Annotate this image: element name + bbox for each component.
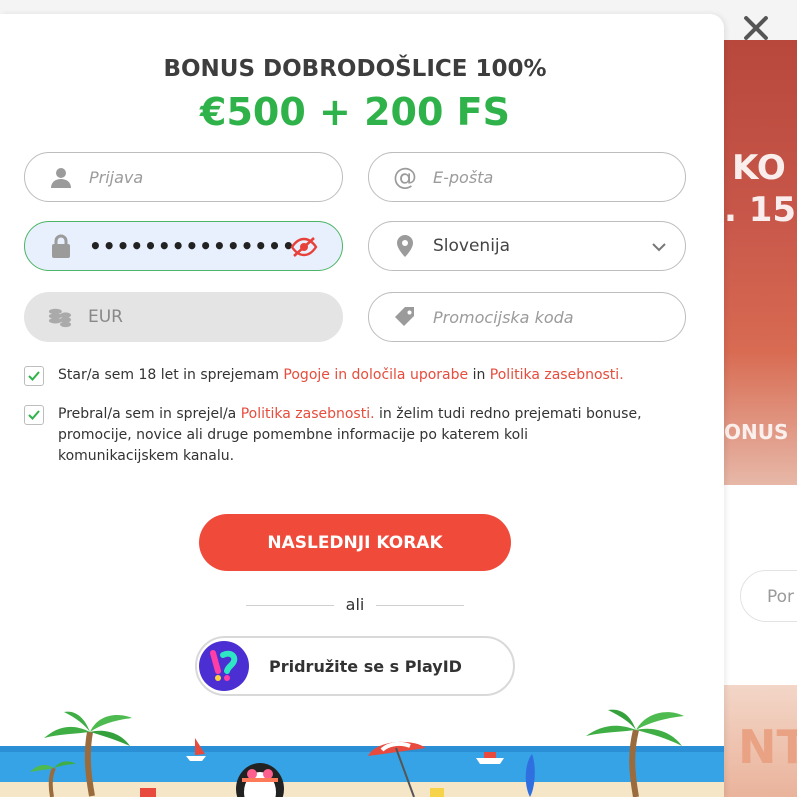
password-value: •••••••••••••••: [89, 234, 296, 258]
country-value: Slovenija: [433, 236, 511, 256]
playid-button[interactable]: Pridružite se s PlayID: [195, 636, 515, 696]
checkmark-icon: [28, 410, 40, 420]
login-placeholder: Prijava: [89, 167, 144, 187]
background-promo-banner: KO V . 15% ONUS: [724, 40, 797, 485]
age-terms-text: Star/a sem 18 let in sprejemam Pogoje in…: [58, 365, 648, 386]
tag-icon: [393, 305, 417, 329]
lock-icon: [49, 234, 73, 258]
consent-text: in: [468, 367, 490, 383]
currency-value: EUR: [88, 307, 123, 327]
next-step-button[interactable]: NASLEDNJI KORAK: [199, 514, 511, 571]
privacy-link[interactable]: Politika zasebnosti.: [490, 367, 624, 383]
age-terms-checkbox[interactable]: [24, 366, 44, 386]
location-pin-icon: [393, 234, 417, 258]
playid-label: Pridružite se s PlayID: [269, 656, 462, 676]
consent-text: Star/a sem 18 let in sprejemam: [58, 367, 284, 383]
drink-cup: [430, 788, 444, 797]
marketing-text: Prebral/a sem in sprejel/a Politika zase…: [58, 404, 648, 467]
terms-link[interactable]: Pogoje in določila uporabe: [283, 367, 468, 383]
at-icon: @: [393, 163, 417, 191]
consent-text: Prebral/a sem in sprejel/a: [58, 406, 241, 422]
user-icon: [49, 165, 73, 189]
login-field[interactable]: Prijava: [24, 152, 343, 202]
currency-field: EUR: [24, 292, 343, 342]
password-field[interactable]: •••••••••••••••: [24, 221, 343, 271]
beach-illustration: [0, 709, 724, 797]
country-select[interactable]: Slovenija: [368, 221, 686, 271]
bonus-amount: €500 + 200 FS: [200, 90, 510, 134]
banner-bonus-text: ONUS: [724, 420, 789, 444]
banner-text: . 15%: [724, 190, 797, 230]
promo-placeholder: Promocijska koda: [433, 307, 574, 327]
beach-bucket: [140, 788, 156, 797]
chevron-down-icon: [651, 239, 667, 255]
banner-text: KO V: [732, 148, 797, 188]
email-placeholder: E-pošta: [433, 167, 494, 187]
promo-code-field[interactable]: Promocijska koda: [368, 292, 686, 342]
marketing-consent: Prebral/a sem in sprejel/a Politika zase…: [24, 404, 648, 467]
divider-line: [376, 605, 464, 606]
background-bottom-text: NT: [738, 720, 797, 774]
divider-line: [246, 605, 334, 606]
playid-logo-icon: [199, 641, 249, 691]
or-separator: ali: [345, 595, 365, 614]
eye-off-icon[interactable]: [290, 236, 318, 258]
age-terms-consent: Star/a sem 18 let in sprejemam Pogoje in…: [24, 365, 648, 386]
coins-icon: [48, 305, 72, 329]
privacy-link[interactable]: Politika zasebnosti.: [241, 406, 375, 422]
bonus-title: BONUS DOBRODOŠLICE 100%: [163, 56, 547, 82]
registration-modal: BONUS DOBRODOŠLICE 100% €500 + 200 FS Pr…: [0, 14, 724, 797]
checkmark-icon: [28, 371, 40, 381]
marketing-checkbox[interactable]: [24, 405, 44, 425]
email-field[interactable]: @ E-pošta: [368, 152, 686, 202]
background-input: Por: [740, 570, 797, 622]
close-button[interactable]: [738, 10, 774, 46]
sand: [0, 782, 724, 797]
